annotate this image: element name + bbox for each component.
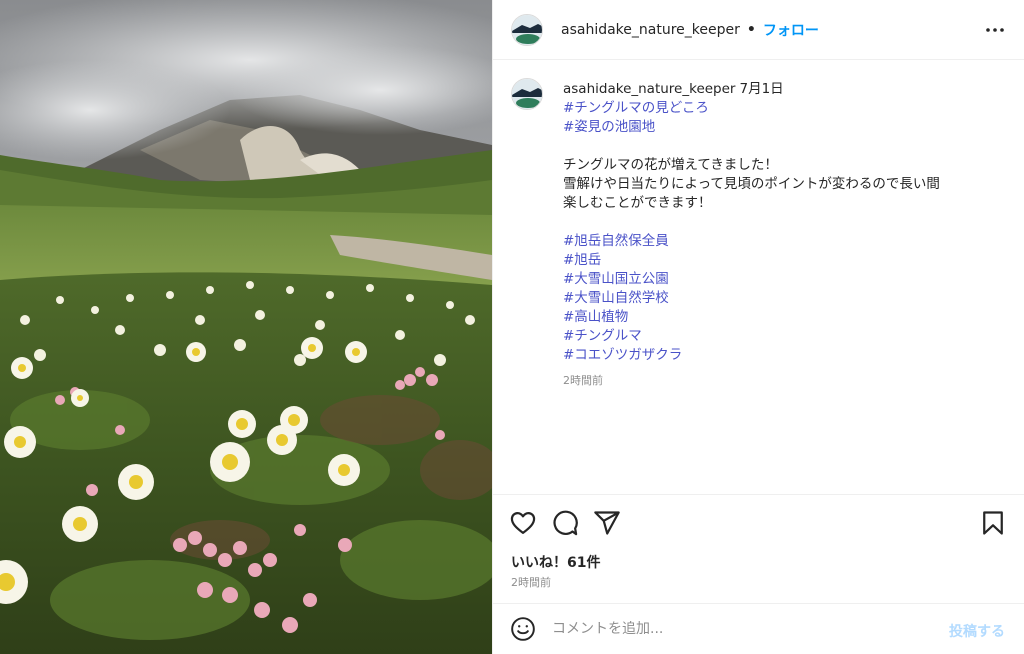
action-bar <box>493 494 1024 552</box>
header-username[interactable]: asahidake_nature_keeper <box>561 22 740 38</box>
comment-input[interactable] <box>552 621 922 637</box>
follow-button[interactable]: フォロー <box>763 20 819 40</box>
post-side-panel: asahidake_nature_keeper • フォロー asahidake… <box>492 0 1024 654</box>
caption-timestamp: 2時間前 <box>563 374 603 387</box>
alpine-flower-field-image <box>0 0 492 654</box>
hashtag-link[interactable]: #大雪山国立公園 <box>563 270 1003 289</box>
caption-line: 雪解けや日当たりによって見頃のポイントが変わるので長い間 <box>563 176 940 192</box>
avatar[interactable] <box>511 13 543 46</box>
likes-count[interactable]: いいね！61件 <box>511 552 600 572</box>
caption-text: asahidake_nature_keeper 7月1日 #チングルマの見どころ … <box>563 80 1003 390</box>
paper-plane-icon[interactable] <box>593 509 621 537</box>
hashtag-link[interactable]: #コエゾツガザクラ <box>563 346 1003 365</box>
emoji-smile-icon[interactable] <box>510 616 536 642</box>
profile-photo-icon <box>512 79 542 109</box>
caption-date: 7月1日 <box>739 81 784 97</box>
profile-photo-icon <box>512 14 542 45</box>
post-comment-button[interactable]: 投稿する <box>949 621 1005 641</box>
comment-bar: 投稿する <box>493 603 1024 654</box>
caption-line: 楽しむことができます！ <box>563 195 712 211</box>
bookmark-icon[interactable] <box>979 509 1007 537</box>
separator-dot: • <box>746 21 756 38</box>
caption-username[interactable]: asahidake_nature_keeper <box>563 81 735 97</box>
hashtag-link[interactable]: #旭岳 <box>563 251 1003 270</box>
caption-avatar[interactable] <box>511 78 543 110</box>
hashtag-link[interactable]: #大雪山自然学校 <box>563 289 1003 308</box>
hashtag-link[interactable]: #旭岳自然保全員 <box>563 232 1003 251</box>
post-photo[interactable] <box>0 0 492 654</box>
hashtag-link[interactable]: #チングルマの見どころ <box>563 99 1003 118</box>
hashtag-link[interactable]: #姿見の池園地 <box>563 118 1003 137</box>
hashtag-link[interactable]: #チングルマ <box>563 327 1003 346</box>
post-timestamp: 2時間前 <box>511 576 551 589</box>
post-header: asahidake_nature_keeper • フォロー <box>493 0 1024 60</box>
hashtag-link[interactable]: #高山植物 <box>563 308 1003 327</box>
more-options-icon[interactable] <box>983 18 1007 42</box>
heart-icon[interactable] <box>509 509 537 537</box>
caption-line: チングルマの花が増えてきました！ <box>563 157 778 173</box>
comment-bubble-icon[interactable] <box>551 509 579 537</box>
